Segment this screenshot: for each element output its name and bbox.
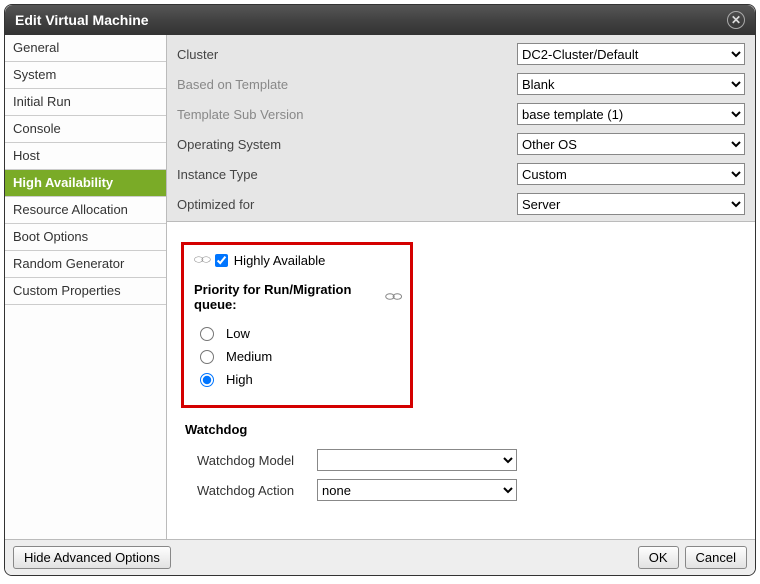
sidebar-item-initial-run[interactable]: Initial Run [5,89,166,116]
dialog-body: General System Initial Run Console Host … [5,35,755,539]
radio-low-label: Low [226,326,250,341]
sidebar-item-custom-properties[interactable]: Custom Properties [5,278,166,305]
select-watchdog-model[interactable] [317,449,517,471]
hide-advanced-button[interactable]: Hide Advanced Options [13,546,171,569]
watchdog-heading: Watchdog [185,422,741,437]
select-cluster[interactable]: DC2-Cluster/Default [517,43,745,65]
ha-checkbox-row: ⬭⬭ Highly Available [194,253,400,268]
ok-button[interactable]: OK [638,546,679,569]
priority-radio-high[interactable]: High [194,368,400,391]
radio-medium[interactable] [200,350,214,364]
row-watchdog-action: Watchdog Action none [181,475,741,505]
label-watchdog-action: Watchdog Action [197,483,317,498]
row-template: Based on Template Blank [177,69,745,99]
ha-highlight-box: ⬭⬭ Highly Available Priority for Run/Mig… [181,242,413,408]
select-optimized[interactable]: Server [517,193,745,215]
titlebar: Edit Virtual Machine ✕ [5,5,755,35]
row-instance-type: Instance Type Custom [177,159,745,189]
priority-radio-medium[interactable]: Medium [194,345,400,368]
label-optimized: Optimized for [177,197,517,212]
sidebar-item-host[interactable]: Host [5,143,166,170]
priority-heading-text: Priority for Run/Migration queue: [194,282,381,312]
dialog-title: Edit Virtual Machine [15,12,149,28]
sidebar-item-system[interactable]: System [5,62,166,89]
label-template: Based on Template [177,77,517,92]
radio-low[interactable] [200,327,214,341]
select-os[interactable]: Other OS [517,133,745,155]
label-instance-type: Instance Type [177,167,517,182]
close-icon[interactable]: ✕ [727,11,745,29]
label-cluster: Cluster [177,47,517,62]
sidebar-item-console[interactable]: Console [5,116,166,143]
radio-high-label: High [226,372,253,387]
sidebar-item-high-availability[interactable]: High Availability [5,170,166,197]
chain-icon: ⬭⬭ [385,291,400,304]
select-instance-type[interactable]: Custom [517,163,745,185]
priority-heading: Priority for Run/Migration queue: ⬭⬭ [194,282,400,312]
row-watchdog-model: Watchdog Model [181,445,741,475]
sidebar: General System Initial Run Console Host … [5,35,167,539]
chain-icon: ⬭⬭ [194,254,209,267]
footer-right: OK Cancel [638,546,747,569]
edit-vm-dialog: Edit Virtual Machine ✕ General System In… [4,4,756,576]
sidebar-item-random-generator[interactable]: Random Generator [5,251,166,278]
ha-content: ⬭⬭ Highly Available Priority for Run/Mig… [167,222,755,539]
sidebar-item-resource-allocation[interactable]: Resource Allocation [5,197,166,224]
label-template-sub: Template Sub Version [177,107,517,122]
label-watchdog-model: Watchdog Model [197,453,317,468]
sidebar-item-general[interactable]: General [5,35,166,62]
row-template-sub: Template Sub Version base template (1) [177,99,745,129]
radio-high[interactable] [200,373,214,387]
top-form: Cluster DC2-Cluster/Default Based on Tem… [167,35,755,222]
priority-radio-low[interactable]: Low [194,322,400,345]
radio-medium-label: Medium [226,349,272,364]
select-template[interactable]: Blank [517,73,745,95]
ha-checkbox-label: Highly Available [234,253,326,268]
row-optimized: Optimized for Server [177,189,745,219]
row-os: Operating System Other OS [177,129,745,159]
row-cluster: Cluster DC2-Cluster/Default [177,39,745,69]
label-os: Operating System [177,137,517,152]
cancel-button[interactable]: Cancel [685,546,747,569]
main-panel: Cluster DC2-Cluster/Default Based on Tem… [167,35,755,539]
select-watchdog-action[interactable]: none [317,479,517,501]
ha-checkbox[interactable] [215,254,228,267]
select-template-sub[interactable]: base template (1) [517,103,745,125]
sidebar-item-boot-options[interactable]: Boot Options [5,224,166,251]
dialog-footer: Hide Advanced Options OK Cancel [5,539,755,575]
